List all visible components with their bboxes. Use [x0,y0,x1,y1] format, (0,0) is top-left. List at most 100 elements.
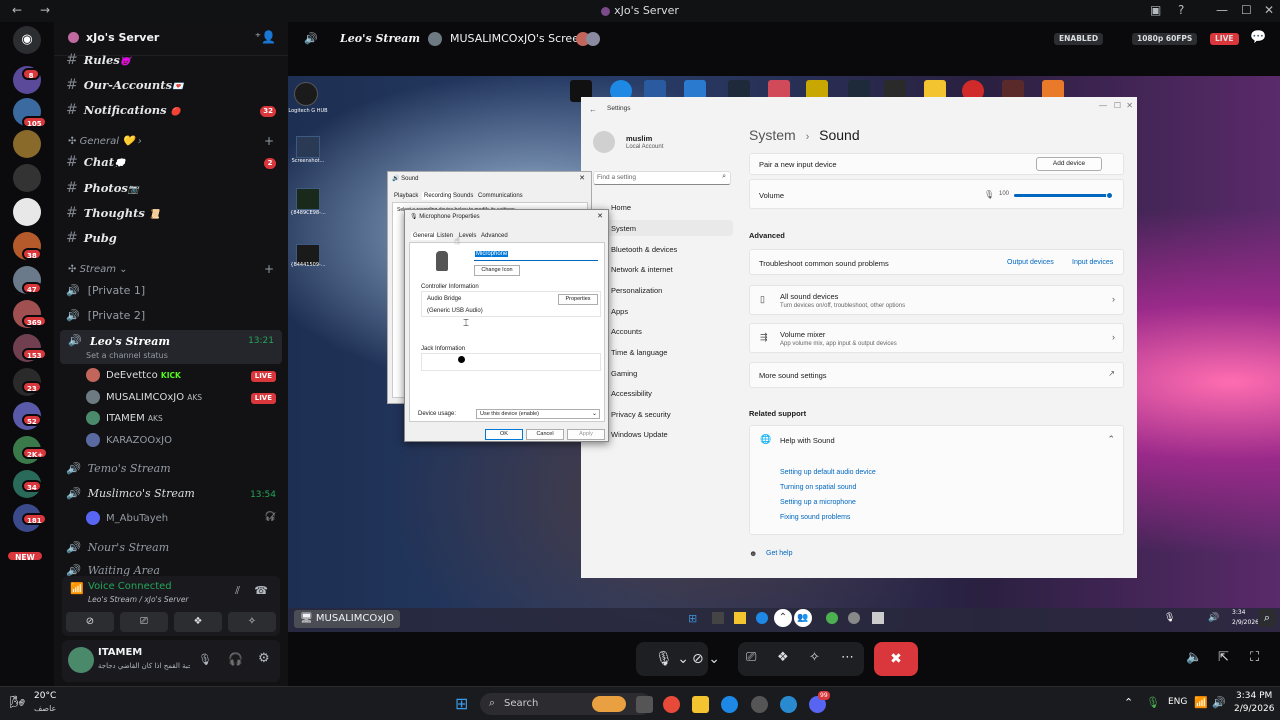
taskbar-app-icon[interactable] [751,696,768,713]
desktop-file-icon[interactable] [296,188,320,210]
desktop-file-icon[interactable] [296,136,320,158]
input-devices-link[interactable]: Input devices [1072,259,1113,266]
minimize-icon[interactable]: — [1216,3,1228,17]
share-screen-button[interactable]: ⎚ [120,612,168,632]
activities-icon[interactable]: ❖ [777,650,789,665]
nav-network[interactable]: Network & internet [611,265,673,274]
category-stream[interactable]: ✣ Stream ⌄ [68,264,128,275]
weather-icon[interactable]: 🌬 [10,695,25,709]
volume-slider-thumb[interactable] [1106,192,1113,199]
add-channel-icon[interactable]: + [264,262,274,276]
tab-recording[interactable]: Recording [422,192,454,200]
voice-channel-temo[interactable]: 🔊 Temo's Stream [66,462,171,482]
settings-search-input[interactable]: Find a setting ⌕ [593,171,731,185]
channel-our-accounts[interactable]: # Our-Accounts💌 [66,77,183,97]
fullscreen-icon[interactable]: ⛶ [1250,650,1259,665]
logitech-icon[interactable] [294,82,318,106]
help-title[interactable]: Help with Sound [780,436,835,445]
disconnect-button[interactable]: ✖ [874,642,918,676]
settings-gear-icon[interactable]: ⚙ [258,651,270,666]
voice-channel-muslimco[interactable]: 🔊 Muslimco's Stream [66,487,195,507]
breadcrumb-parent[interactable]: System [749,127,796,143]
more-options-icon[interactable]: ⋯ [841,650,854,665]
activities-button[interactable]: ❖ [174,612,222,632]
voice-member[interactable]: DeEvettco KICK [86,368,181,386]
all-sound-devices-row[interactable]: ▯ All sound devices Turn devices on/off,… [749,285,1124,315]
device-name-input[interactable]: Microphone [474,251,598,261]
server-icon[interactable] [13,198,41,226]
edge-icon[interactable] [721,696,738,713]
close-icon[interactable]: ✕ [1126,101,1133,110]
tab-levels[interactable]: Levels [459,233,476,239]
tab-sounds[interactable]: Sounds [453,193,473,199]
chrome-icon[interactable] [663,696,680,713]
speaker-icon[interactable]: 🔊 [1212,696,1226,709]
volume-mixer-row[interactable]: ⇶ Volume mixer App volume mix, app input… [749,323,1124,353]
weather-temp[interactable]: 20°C [34,691,56,701]
tab-playback[interactable]: Playback [394,193,418,199]
voice-member[interactable]: KARAZOOxJO [86,433,172,451]
tab-general[interactable]: General [411,232,437,240]
nav-system[interactable]: System [611,224,636,233]
voice-channel-waiting[interactable]: 🔊 Waiting Area [66,564,160,576]
add-channel-icon[interactable]: + [264,134,274,148]
device-usage-select[interactable]: Use this device (enable) ⌄ [476,409,600,419]
voice-channel-private-2[interactable]: 🔊 [Private 2] [66,309,145,329]
maximize-icon[interactable]: ☐ [1114,101,1121,110]
voice-location[interactable]: Leo's Stream / xJo's Server [88,595,189,604]
close-icon[interactable]: ✕ [597,212,603,220]
nav-gaming[interactable]: Gaming [611,369,637,378]
nav-time-language[interactable]: Time & language [611,348,667,357]
nav-bluetooth[interactable]: Bluetooth & devices [611,245,677,254]
discord-home-icon[interactable]: ◉ [13,26,41,54]
help-link[interactable]: Setting up a microphone [780,499,856,506]
output-devices-link[interactable]: Output devices [1007,259,1054,266]
microphone-icon[interactable]: 🎙 [1146,696,1160,709]
properties-button[interactable]: Properties [558,294,598,305]
close-icon[interactable]: ✕ [1264,3,1274,17]
back-arrow-icon[interactable]: ← [589,105,597,114]
share-screen-icon[interactable]: ⎚ [746,650,756,665]
minimize-icon[interactable]: — [1099,101,1107,110]
server-icon[interactable] [13,130,41,158]
taskbar-app-icon[interactable] [780,696,797,713]
more-sound-settings-row[interactable]: More sound settings ↗ [749,362,1124,388]
voice-channel-nour[interactable]: 🔊 Nour's Stream [66,541,169,561]
task-view-icon[interactable] [636,696,653,713]
headphones-icon[interactable]: 🎧 [228,652,243,666]
noise-suppression-icon[interactable]: ⫽ [235,584,240,598]
channel-rules[interactable]: # Rules😈 [66,52,131,72]
voice-member[interactable]: ITAMEM AKS [86,411,163,429]
help-link[interactable]: Setting up default audio device [780,469,876,476]
wifi-icon[interactable]: 📶 [1194,696,1208,709]
inbox-icon[interactable]: ▣ [1150,3,1161,17]
channel-notifications[interactable]: # Notifications 🔴 [66,102,181,122]
add-member-icon[interactable]: ⁺👤 [255,30,276,44]
file-explorer-icon[interactable] [692,696,709,713]
add-device-button[interactable]: Add device [1036,157,1102,171]
camera-off-button[interactable]: ⊘ [66,612,114,632]
camera-off-button[interactable]: ⊘ ⌄ [684,642,728,676]
tab-listen[interactable]: Listen [437,233,453,239]
user-name[interactable]: ITAMEM [98,647,142,658]
nav-apps[interactable]: Apps [611,307,628,316]
signal-icon[interactable]: 📶 [70,582,84,595]
language-indicator[interactable]: ENG [1168,697,1187,707]
chevron-up-icon[interactable]: ⌃ [1107,434,1115,445]
nav-personalization[interactable]: Personalization [611,286,662,295]
help-icon[interactable]: ? [1178,3,1184,17]
server-header[interactable]: xJo's Server ⌄ ⁺👤 [54,22,288,56]
nav-privacy[interactable]: Privacy & security [611,410,671,419]
change-icon-button[interactable]: Change Icon [474,265,520,276]
voice-member[interactable]: MUSALIMCOxJO AKS [86,390,202,408]
popout-icon[interactable]: ⇱ [1218,650,1229,665]
get-help-link[interactable]: Get help [766,550,792,557]
cancel-button[interactable]: Cancel [526,429,564,440]
nav-accessibility[interactable]: Accessibility [611,389,652,398]
nav-accounts[interactable]: Accounts [611,327,642,336]
ok-button[interactable]: OK [485,429,523,440]
clock-time[interactable]: 3:34 PM [1236,691,1272,701]
soundboard-icon[interactable]: ✧ [809,650,820,665]
tab-communications[interactable]: Communications [478,193,523,199]
channel-pubg[interactable]: # Pubg [66,230,117,250]
